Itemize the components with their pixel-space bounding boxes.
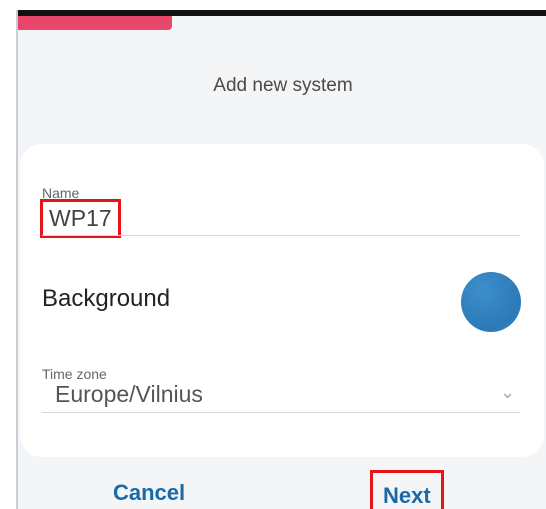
cancel-button[interactable]: Cancel <box>113 480 185 506</box>
timezone-label: Time zone <box>42 366 107 382</box>
background-color-swatch[interactable] <box>461 272 521 332</box>
name-input[interactable]: WP17 <box>40 199 121 238</box>
timezone-select[interactable]: Europe/Vilnius <box>55 381 203 408</box>
background-label: Background <box>42 285 171 312</box>
chevron-down-icon[interactable]: ⌄ <box>500 382 515 403</box>
name-underline <box>42 235 520 236</box>
timezone-underline <box>42 412 520 413</box>
dialog-title: Add new system <box>213 75 353 96</box>
app-screen: Add new system Name WP17 Background Time… <box>16 10 546 509</box>
progress-bar <box>18 16 546 30</box>
form-card: Name WP17 Background Time zone Europe/Vi… <box>20 144 544 457</box>
progress-fill <box>18 16 172 30</box>
next-button[interactable]: Next <box>370 470 444 509</box>
